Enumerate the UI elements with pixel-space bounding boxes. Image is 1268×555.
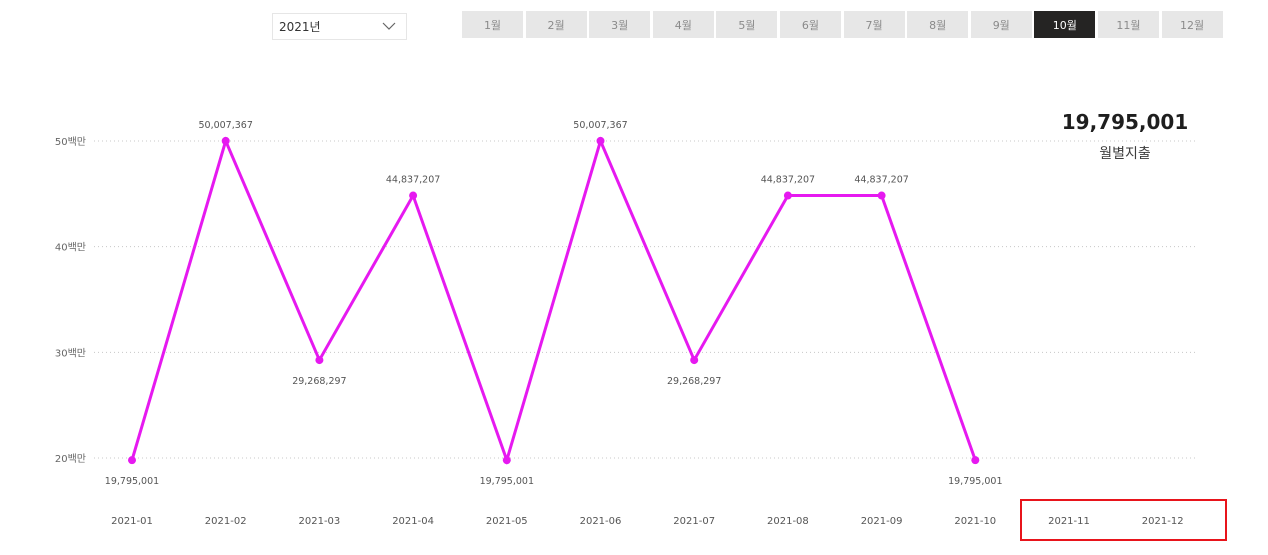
y-tick-label: 50백만 [55,136,86,148]
series-line [130,136,977,466]
data-label: 44,837,207 [386,175,440,186]
x-tick-label: 2021-07 [673,516,715,527]
x-tick-label: 2021-05 [486,516,528,527]
data-point [502,456,511,465]
x-tick-label: 2021-10 [954,516,996,527]
x-tick-label: 2021-09 [861,516,903,527]
x-tick-label: 2021-01 [111,516,153,527]
data-point [877,191,886,200]
data-point [409,191,418,200]
data-label: 19,795,001 [105,476,159,487]
x-tick-label: 2021-08 [767,516,809,527]
highlight-box [1020,499,1227,541]
data-point [690,356,699,365]
data-label: 44,837,207 [761,175,815,186]
data-label: 29,268,297 [667,376,721,387]
x-tick-label: 2021-04 [392,516,434,527]
x-tick-label: 2021-02 [205,516,247,527]
data-point [971,456,980,465]
data-label: 44,837,207 [854,175,908,186]
data-point [315,356,324,365]
data-point [783,191,792,200]
data-label: 29,268,297 [292,376,346,387]
data-point [221,136,230,145]
data-label: 50,007,367 [573,120,627,131]
y-tick-label: 20백만 [55,453,86,465]
data-label: 19,795,001 [948,476,1002,487]
data-point [596,136,605,145]
monthly-spend-line-chart: 20백만 30백만 40백만 50백만 2021-01 2021-02 2021-03 202… [55,120,1195,527]
y-tick-label: 30백만 [55,347,86,359]
data-point [128,456,136,465]
x-tick-label: 2021-03 [299,516,341,527]
y-tick-label: 40백만 [55,242,86,254]
data-label: 19,795,001 [480,476,534,487]
data-label: 50,007,367 [198,120,252,131]
x-tick-label: 2021-06 [580,516,622,527]
